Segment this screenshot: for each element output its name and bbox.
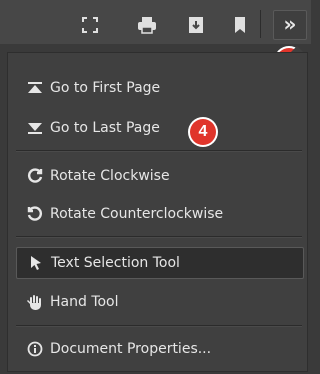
menu-item-label: Hand Tool bbox=[50, 294, 119, 310]
menu-divider bbox=[16, 325, 302, 326]
download-icon[interactable] bbox=[185, 14, 207, 36]
menu-item-label: Document Properties... bbox=[50, 341, 212, 357]
menu-item-first-page[interactable]: Go to First Page bbox=[16, 73, 302, 103]
menu-item-text-selection-tool[interactable]: Text Selection Tool bbox=[16, 247, 304, 279]
menu-item-label: Go to Last Page bbox=[50, 120, 160, 136]
print-icon[interactable] bbox=[136, 14, 158, 36]
first-page-icon bbox=[26, 79, 44, 97]
rotate-clockwise-icon bbox=[26, 167, 44, 185]
menu-item-rotate-clockwise[interactable]: Rotate Clockwise bbox=[16, 161, 302, 191]
tools-menu-button[interactable]: » bbox=[273, 10, 307, 40]
text-cursor-icon bbox=[27, 254, 45, 272]
info-icon bbox=[26, 340, 44, 358]
hand-icon bbox=[26, 293, 44, 311]
last-page-icon bbox=[26, 119, 44, 137]
toolbar-separator bbox=[260, 10, 261, 38]
menu-divider bbox=[16, 150, 302, 151]
step-badge-4: 4 bbox=[190, 119, 216, 145]
menu-item-label: Rotate Clockwise bbox=[50, 168, 170, 184]
menu-item-last-page[interactable]: Go to Last Page bbox=[16, 113, 302, 143]
secondary-toolbar-bar: » 3 bbox=[0, 0, 311, 74]
menu-divider bbox=[16, 236, 302, 237]
bookmark-icon[interactable] bbox=[229, 14, 251, 36]
menu-item-label: Rotate Counterclockwise bbox=[50, 206, 224, 222]
fullscreen-icon[interactable] bbox=[79, 14, 101, 36]
rotate-counterclockwise-icon bbox=[26, 205, 44, 223]
tools-menu: Go to First Page Go to Last Page 4 Rotat… bbox=[7, 52, 308, 372]
menu-item-rotate-counterclockwise[interactable]: Rotate Counterclockwise bbox=[16, 199, 302, 229]
menu-item-document-properties[interactable]: Document Properties... bbox=[16, 334, 302, 364]
menu-item-hand-tool[interactable]: Hand Tool bbox=[16, 287, 302, 317]
menu-item-label: Go to First Page bbox=[50, 80, 161, 96]
menu-item-label: Text Selection Tool bbox=[51, 255, 180, 271]
